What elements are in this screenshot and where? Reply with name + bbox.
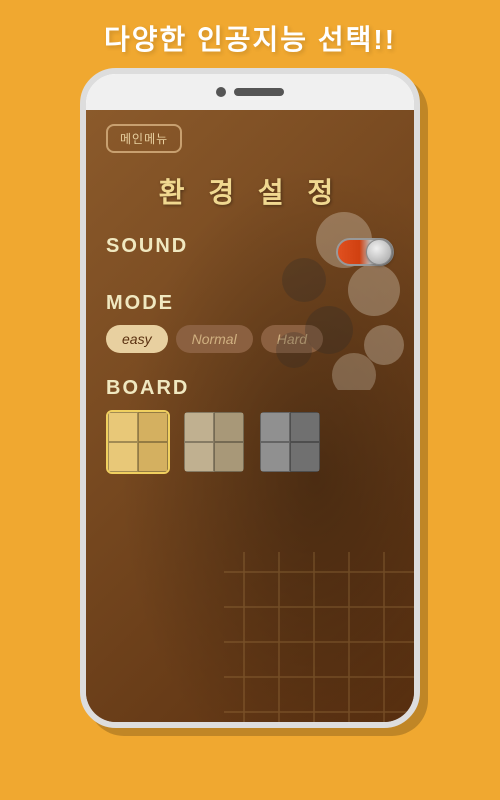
phone-frame: 메인메뉴 환 경 설 정 SOUND MODE easy Normal Hard… [80, 68, 420, 728]
mode-easy-button[interactable]: easy [106, 325, 168, 353]
board-cell [108, 412, 138, 442]
board-cell [138, 412, 168, 442]
sound-label: SOUND [106, 235, 188, 258]
main-menu-button[interactable]: 메인메뉴 [106, 124, 182, 153]
board-cell [138, 442, 168, 472]
sound-section: SOUND [106, 235, 394, 268]
board-medium-option[interactable] [182, 410, 246, 474]
board-dark-option[interactable] [258, 410, 322, 474]
board-cell [260, 442, 290, 472]
phone-notch [86, 74, 414, 110]
app-screen: 메인메뉴 환 경 설 정 SOUND MODE easy Normal Hard… [86, 110, 414, 722]
board-cell [108, 442, 138, 472]
sound-toggle[interactable] [336, 238, 394, 266]
board-cell [184, 412, 214, 442]
board-cell [214, 412, 244, 442]
board-options-group [106, 410, 394, 474]
board-cell [184, 442, 214, 472]
board-section: BOARD [106, 377, 394, 474]
board-cell [290, 442, 320, 472]
mode-hard-button[interactable]: Hard [261, 325, 323, 353]
stones-deco [264, 190, 414, 390]
board-cell [214, 442, 244, 472]
mode-label: MODE [106, 292, 394, 315]
mode-buttons-group: easy Normal Hard [106, 325, 394, 353]
board-warm-option[interactable] [106, 410, 170, 474]
board-cell [260, 412, 290, 442]
speaker-bar [234, 88, 284, 96]
board-label: BOARD [106, 377, 394, 400]
board-deco [224, 552, 414, 722]
board-cell [290, 412, 320, 442]
mode-normal-button[interactable]: Normal [176, 325, 253, 353]
top-banner-text: 다양한 인공지능 선택!! [0, 0, 500, 68]
mode-section: MODE easy Normal Hard [106, 292, 394, 353]
settings-title: 환 경 설 정 [106, 171, 394, 211]
toggle-knob [366, 239, 392, 265]
camera-dot [216, 87, 226, 97]
